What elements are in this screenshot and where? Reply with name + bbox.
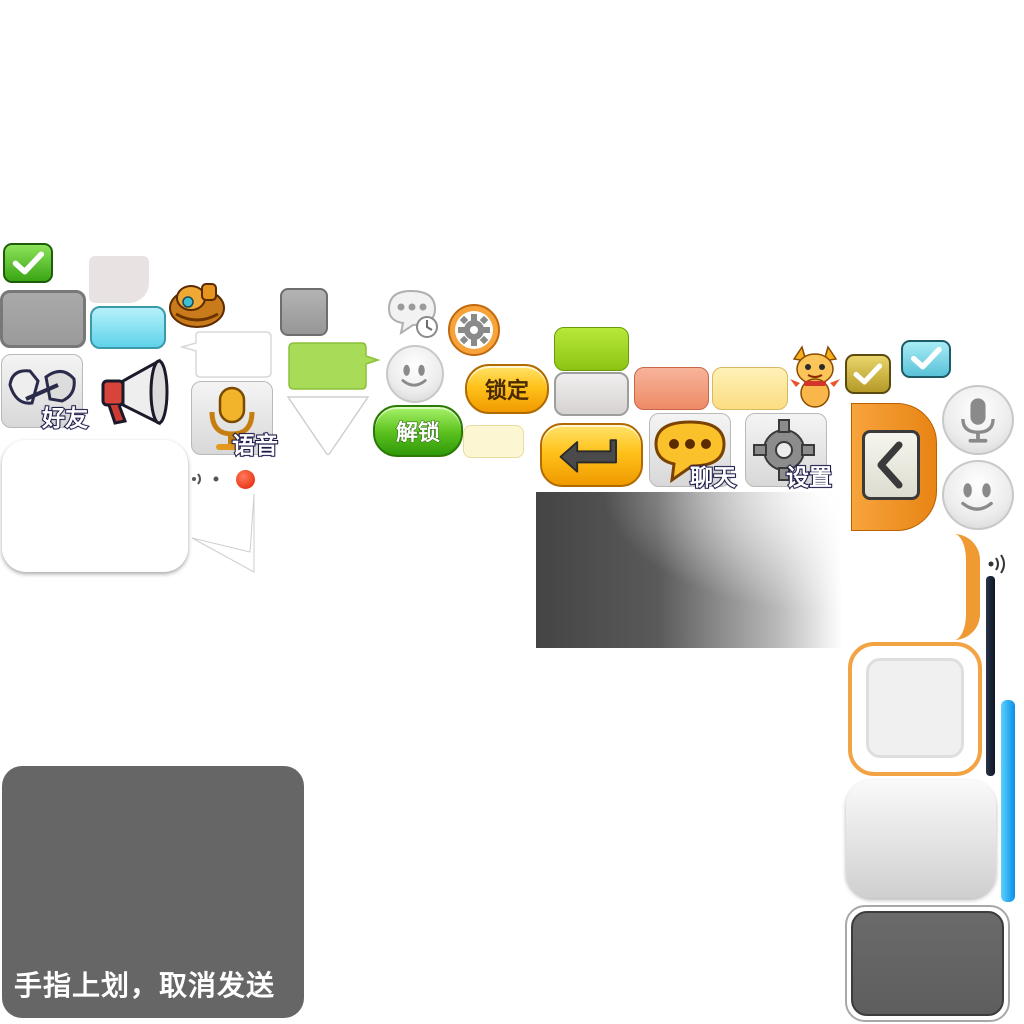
cream-pill (463, 425, 524, 458)
salmon-pill (634, 367, 709, 410)
lime-bar (554, 327, 629, 371)
signal-small-icon (985, 552, 1009, 576)
vertical-blue-bar (1001, 700, 1015, 902)
vertical-dark-bar (986, 576, 995, 776)
microphone-icon (961, 398, 995, 443)
settings-tile[interactable]: 设置 (745, 413, 833, 492)
orange-edge-panel (846, 534, 980, 640)
dragon-mascot-icon (788, 345, 842, 411)
gray-square (280, 288, 328, 336)
friends-tile[interactable]: 好友 (1, 354, 89, 433)
chat-label: 聊天 (689, 464, 737, 492)
check-olive-icon (845, 354, 891, 394)
voice-label: 语音 (231, 432, 279, 460)
pale-rect (89, 256, 149, 303)
cyan-pill (90, 306, 166, 349)
chat-history-icon[interactable] (385, 287, 441, 339)
voice-tile[interactable]: 语音 (191, 381, 279, 460)
cancel-hint-panel: 手指上划，取消发送 (2, 766, 304, 1018)
check-teal-icon (901, 340, 951, 378)
gear-small-icon[interactable] (447, 303, 501, 357)
gray-gradient-button (846, 780, 996, 898)
white-bubble (179, 331, 272, 378)
white-panel (2, 440, 188, 572)
settings-label: 设置 (785, 464, 833, 492)
lock-button[interactable]: 锁定 (465, 364, 549, 414)
backpack-icon[interactable] (166, 276, 228, 330)
smiley-icon[interactable] (386, 345, 444, 403)
cancel-hint-text: 手指上划，取消发送 (14, 969, 276, 1002)
megaphone-icon[interactable] (97, 355, 173, 429)
back-button[interactable] (862, 430, 920, 500)
chat-tile[interactable]: 聊天 (649, 413, 737, 492)
light-gray-button (554, 372, 629, 416)
back-tab[interactable] (851, 403, 937, 531)
chevron-left-icon (877, 441, 903, 489)
bubble-tail (190, 492, 256, 574)
recording-dot (236, 470, 255, 489)
gradient-shadow-block (536, 492, 842, 648)
dropdown-arrow-shape (286, 395, 370, 457)
pale-yellow-pill (712, 367, 788, 410)
smiley-large-icon[interactable] (942, 460, 1014, 530)
enter-button[interactable] (540, 423, 643, 487)
green-bubble (288, 342, 381, 390)
signal-wave-icon (190, 470, 224, 488)
enter-arrow-icon (559, 439, 617, 473)
friends-label: 好友 (41, 405, 89, 433)
mic-button[interactable] (942, 385, 1014, 455)
orange-frame (848, 642, 982, 776)
dark-gray-button (845, 905, 1010, 1022)
gray-panel (0, 290, 86, 348)
check-green-icon (3, 243, 53, 283)
unlock-button[interactable]: 解锁 (373, 405, 463, 457)
